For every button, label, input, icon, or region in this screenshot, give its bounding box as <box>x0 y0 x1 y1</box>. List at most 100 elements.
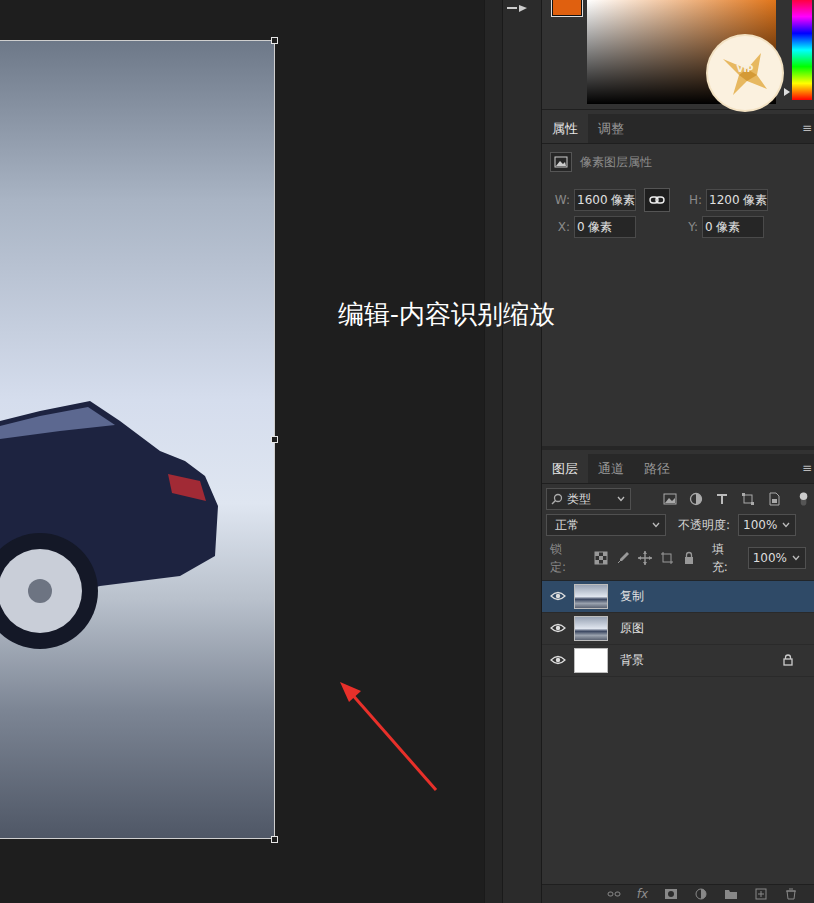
field-input[interactable]: 1600 像素 <box>574 189 636 211</box>
adjustment-filter-icon[interactable] <box>689 492 703 506</box>
right-panel: VIP属性调整≡像素图层属性W:1600 像素H:1200 像素X:0 像素Y:… <box>542 0 814 903</box>
tool-icon[interactable] <box>503 5 541 15</box>
fill-label: 填充: <box>712 540 740 576</box>
lock-label: 锁定: <box>550 540 578 576</box>
blend-row: 正常不透明度:100% <box>542 510 814 536</box>
panel-tab[interactable]: 路径 <box>634 454 680 483</box>
layers-footer: fx <box>542 884 814 903</box>
lock-position-icon[interactable] <box>638 551 652 565</box>
lock-icon[interactable] <box>782 654 794 666</box>
opacity-value: 100% <box>743 516 777 534</box>
lock-row: 锁定: 填充: 100% <box>542 536 814 576</box>
layer-name[interactable]: 复制 <box>620 587 774 605</box>
panel-tab[interactable]: 调整 <box>588 114 634 143</box>
search-icon <box>551 493 563 505</box>
panel-tab[interactable]: 通道 <box>588 454 634 483</box>
photoshop-window: VIP属性调整≡像素图层属性W:1600 像素H:1200 像素X:0 像素Y:… <box>0 0 814 903</box>
field-label: X: <box>550 218 570 236</box>
lock-transparent-icon[interactable] <box>594 551 608 565</box>
chevron-icon[interactable] <box>781 520 791 530</box>
eye-icon[interactable] <box>550 622 566 634</box>
new-layer-icon[interactable] <box>754 888 768 900</box>
annotation-text: 编辑-内容识别缩放 <box>338 298 555 332</box>
lock-all-icon[interactable] <box>682 551 696 565</box>
panel-menu-icon[interactable]: ≡ <box>800 459 814 477</box>
type-filter-icon[interactable] <box>715 492 729 506</box>
size-field: X:0 像素 <box>550 216 636 238</box>
car-shape <box>0 381 225 661</box>
shape-filter-icon[interactable] <box>741 492 755 506</box>
field-label: Y: <box>678 218 698 236</box>
photo-layer[interactable] <box>0 40 275 839</box>
layer-row[interactable]: 原图 <box>542 613 814 645</box>
layer-thumbnail <box>574 616 608 641</box>
layer-list: 复制原图背景 <box>542 580 814 885</box>
hue-slider[interactable] <box>792 0 812 100</box>
filter-row: 类型 <box>542 484 814 510</box>
tool-column <box>502 0 542 903</box>
layer-thumbnail <box>574 584 608 609</box>
layers-panel: 图层通道路径≡类型正常不透明度:100%锁定:填充:100%复制原图背景fx <box>542 450 814 903</box>
size-field: Y:0 像素 <box>678 216 764 238</box>
panel-menu-icon[interactable]: ≡ <box>800 119 814 137</box>
properties-tabs: 属性调整 ≡ <box>542 114 814 144</box>
mask-icon[interactable] <box>664 888 678 900</box>
size-row: W:1600 像素 H:1200 像素 <box>542 188 814 212</box>
chevron-icon[interactable] <box>616 494 626 504</box>
size-field: H:1200 像素 <box>682 189 768 211</box>
filter-dropdown[interactable]: 类型 <box>546 488 631 510</box>
lock-pixels-icon[interactable] <box>616 551 630 565</box>
eye-icon[interactable] <box>550 654 566 666</box>
blend-text: 正常 <box>551 516 651 534</box>
lock-artboard-icon[interactable] <box>660 551 674 565</box>
adjust-icon[interactable] <box>694 888 708 900</box>
chevron-icon[interactable] <box>791 553 801 563</box>
position-row: X:0 像素Y:0 像素 <box>542 216 814 238</box>
layer-row[interactable]: 背景 <box>542 645 814 677</box>
canvas-area[interactable] <box>0 0 484 903</box>
layer-row[interactable]: 复制 <box>542 581 814 613</box>
smart-filter-icon[interactable] <box>767 492 781 506</box>
lock-icons <box>594 551 696 565</box>
field-input[interactable]: 0 像素 <box>574 216 636 238</box>
link-layers-icon[interactable] <box>607 888 621 900</box>
layers-tabs: 图层通道路径 ≡ <box>542 454 814 484</box>
color-picker: VIP <box>542 0 814 110</box>
vip-badge: VIP <box>708 36 782 110</box>
transform-handle[interactable] <box>271 436 278 443</box>
properties-panel: 属性调整≡像素图层属性W:1600 像素H:1200 像素X:0 像素Y:0 像… <box>542 110 814 450</box>
eye-icon[interactable] <box>550 590 566 602</box>
panel-tab[interactable]: 图层 <box>542 454 588 483</box>
fill-input[interactable]: 100% <box>748 547 806 569</box>
field-label: H: <box>682 191 702 209</box>
group-icon[interactable] <box>724 888 738 900</box>
opacity-input[interactable]: 100% <box>738 514 796 536</box>
chevron-icon[interactable] <box>651 520 661 530</box>
arrow-icon <box>330 672 445 797</box>
lock-icon[interactable] <box>782 590 794 602</box>
properties-title-row: 像素图层属性 <box>542 144 814 172</box>
badge-text: VIP <box>708 63 782 77</box>
layer-thumbnail <box>574 648 608 673</box>
hue-marker[interactable] <box>784 88 790 96</box>
foreground-swatch[interactable] <box>552 0 582 16</box>
transform-handle[interactable] <box>271 836 278 843</box>
image-filter-icon[interactable] <box>663 492 677 506</box>
blend-dropdown[interactable]: 正常 <box>546 514 666 536</box>
image-icon <box>554 156 568 168</box>
transform-handle[interactable] <box>271 37 278 44</box>
fx-button[interactable]: fx <box>637 885 648 903</box>
layer-name[interactable]: 原图 <box>620 619 774 637</box>
filter-toggle-icon[interactable] <box>797 490 810 508</box>
layer-name[interactable]: 背景 <box>620 651 774 669</box>
link-icon <box>649 195 665 205</box>
field-label: W: <box>550 191 570 209</box>
field-input[interactable]: 0 像素 <box>702 216 764 238</box>
trash-icon[interactable] <box>784 888 798 900</box>
field-input[interactable]: 1200 像素 <box>706 189 768 211</box>
filter-text: 类型 <box>567 490 612 508</box>
lock-icon[interactable] <box>782 622 794 634</box>
link-toggle[interactable] <box>644 188 670 212</box>
size-field: W:1600 像素 <box>550 189 636 211</box>
panel-tab[interactable]: 属性 <box>542 114 588 143</box>
